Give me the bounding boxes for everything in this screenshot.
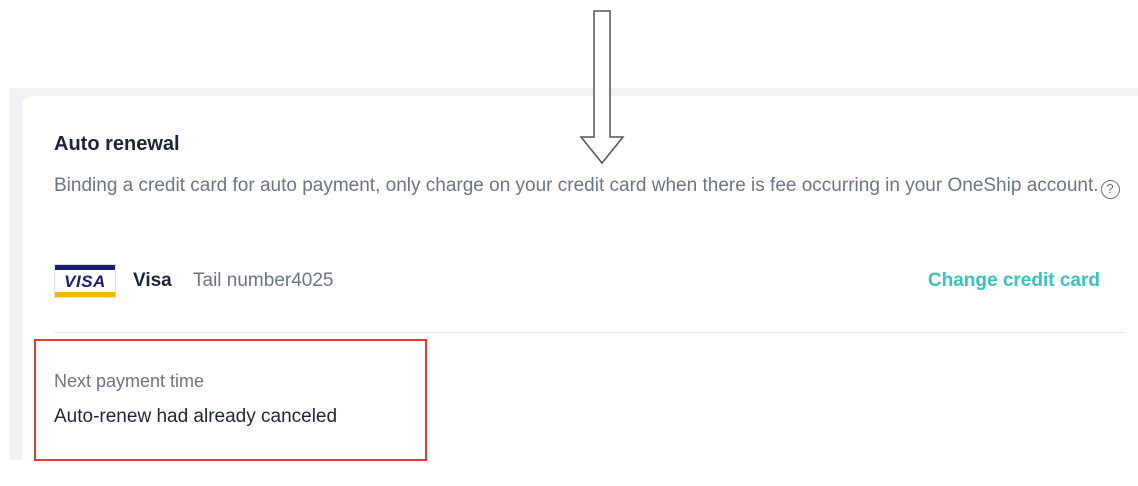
visa-logo: VISA — [54, 264, 116, 298]
screenshot-canvas: Auto renewal Binding a credit card for a… — [0, 0, 1138, 486]
highlight-box — [34, 339, 427, 461]
change-credit-card-link[interactable]: Change credit card — [928, 270, 1100, 292]
card-brand: Visa — [133, 270, 172, 291]
visa-stripe-top — [55, 265, 115, 270]
question-circle-icon[interactable]: ? — [1100, 180, 1120, 199]
divider — [54, 332, 1124, 333]
section-title: Auto renewal — [54, 133, 180, 155]
description-text: Binding a credit card for auto payment, … — [54, 175, 1099, 196]
visa-logo-text: VISA — [64, 272, 106, 291]
section-description: Binding a credit card for auto payment, … — [54, 170, 1124, 202]
credit-card-row: VISA Visa Tail number4025 Change credit … — [54, 262, 1100, 300]
down-arrow-icon — [579, 10, 625, 165]
card-tail-number: Tail number4025 — [193, 270, 334, 291]
visa-stripe-bottom — [55, 292, 115, 297]
